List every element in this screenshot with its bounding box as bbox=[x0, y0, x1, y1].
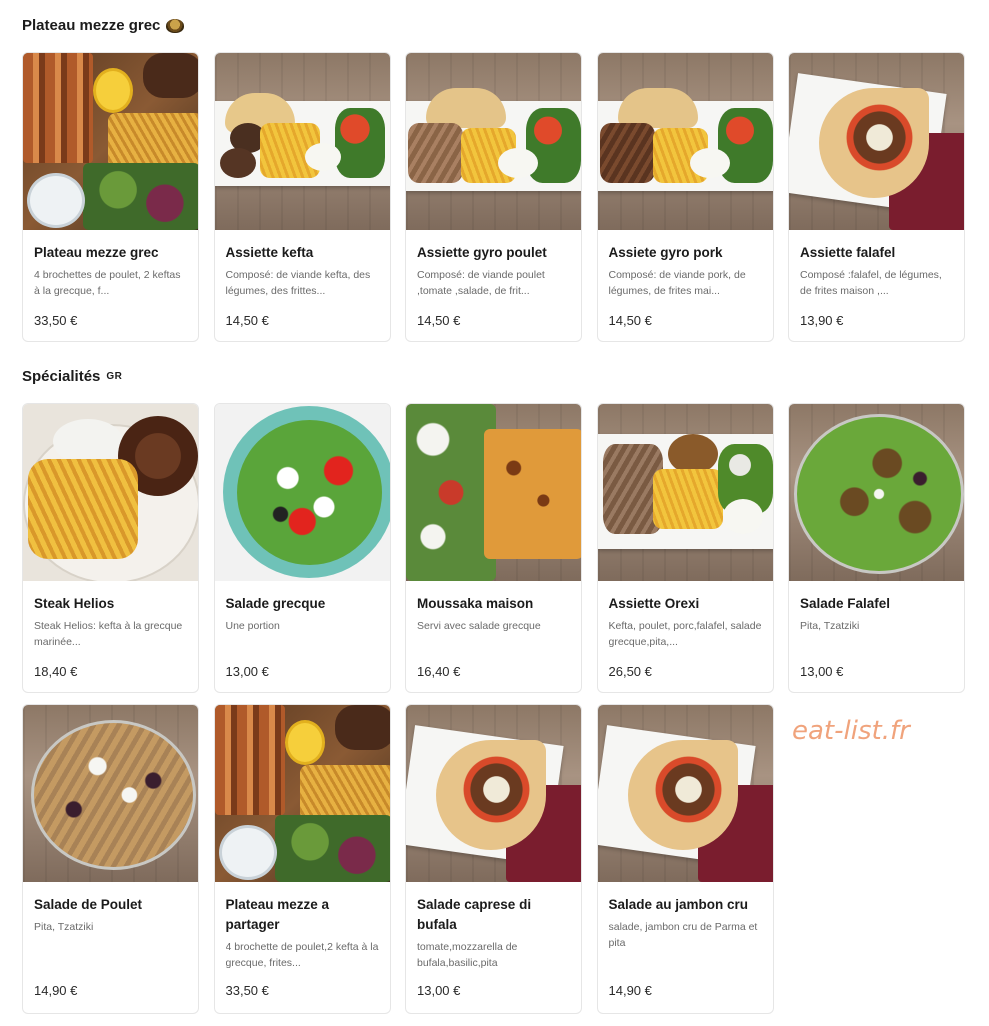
menu-item-card[interactable]: Salade Falafel Pita, Tzatziki 13,00 € bbox=[788, 403, 965, 693]
orexi-plate-image bbox=[597, 404, 773, 581]
item-name: Plateau mezze grec bbox=[34, 245, 159, 260]
kefta-plate-image bbox=[214, 53, 390, 230]
item-name: Salade au jambon cru bbox=[608, 897, 749, 912]
greek-salad-image bbox=[214, 404, 390, 581]
watermark: eat-list.fr bbox=[792, 716, 910, 746]
item-price: 14,50 € bbox=[608, 313, 652, 328]
item-description: Servi avec salade grecque bbox=[417, 620, 541, 632]
item-description: Pita, Tzatziki bbox=[34, 921, 94, 933]
item-description: Composé: de viande poulet ,tomate ,salad… bbox=[417, 269, 545, 297]
item-description: Composé: de viande kefta, des légumes, d… bbox=[225, 269, 371, 297]
mezze-platter-image bbox=[214, 705, 390, 882]
menu-grid-plateau: Plateau mezze grec 4 brochettes de poule… bbox=[22, 52, 965, 342]
item-name: Salade de Poulet bbox=[34, 897, 143, 912]
menu-item-card[interactable]: Salade caprese di bufala tomate,mozzarel… bbox=[405, 704, 582, 1014]
item-name: Plateau mezze a partager bbox=[225, 897, 330, 932]
menu-grid-specialites: Steak Helios Steak Helios: kefta à la gr… bbox=[22, 403, 965, 693]
menu-item-card[interactable]: Salade grecque Une portion 13,00 € bbox=[213, 403, 391, 693]
section-title-text: Plateau mezze grec bbox=[22, 17, 161, 34]
item-price: 13,00 € bbox=[800, 664, 844, 679]
menu-grid-specialites-row2: Salade de Poulet Pita, Tzatziki 14,90 € … bbox=[22, 704, 965, 1014]
menu-item-card[interactable]: Salade au jambon cru salade, jambon cru … bbox=[596, 704, 774, 1014]
gyro-plate-image bbox=[597, 53, 773, 230]
item-price: 18,40 € bbox=[34, 664, 78, 679]
menu-item-card[interactable]: Assiete gyro pork Composé: de viande por… bbox=[596, 52, 774, 342]
item-price: 33,50 € bbox=[225, 983, 269, 998]
menu-item-card[interactable]: Moussaka maison Servi avec salade grecqu… bbox=[405, 403, 582, 693]
chicken-salad-image bbox=[23, 705, 198, 882]
item-name: Salade caprese di bufala bbox=[417, 897, 532, 932]
item-description: salade, jambon cru de Parma et pita bbox=[608, 921, 758, 949]
item-name: Assiette falafel bbox=[800, 245, 896, 260]
menu-item-card[interactable]: Assiette gyro poulet Composé: de viande … bbox=[405, 52, 582, 342]
item-price: 14,90 € bbox=[608, 983, 652, 998]
menu-item-card[interactable]: Assiette kefta Composé: de viande kefta,… bbox=[213, 52, 391, 342]
item-description: tomate,mozzarella de bufala,basilic,pita bbox=[417, 941, 518, 969]
mezze-platter-image bbox=[23, 53, 198, 230]
menu-item-card[interactable]: Steak Helios Steak Helios: kefta à la gr… bbox=[22, 403, 199, 693]
item-price: 13,00 € bbox=[225, 664, 269, 679]
item-name: Steak Helios bbox=[34, 596, 115, 611]
item-name: Assiette kefta bbox=[225, 245, 314, 260]
item-description: 4 brochettes de poulet, 2 keftas à la gr… bbox=[34, 269, 181, 297]
wrap-image bbox=[789, 53, 964, 230]
item-price: 14,90 € bbox=[34, 983, 78, 998]
falafel-salad-image bbox=[789, 404, 964, 581]
section-title-plateau: Plateau mezze grec bbox=[22, 17, 185, 34]
steak-fries-image bbox=[23, 404, 198, 581]
item-name: Salade Falafel bbox=[800, 596, 891, 611]
item-description: Une portion bbox=[225, 620, 280, 632]
item-price: 13,00 € bbox=[417, 983, 461, 998]
moussaka-image bbox=[406, 404, 581, 581]
item-price: 14,50 € bbox=[225, 313, 269, 328]
item-description: 4 brochette de poulet,2 kefta à la grecq… bbox=[225, 941, 379, 969]
section-title-specialites: Spécialités GR bbox=[22, 368, 122, 385]
menu-item-card[interactable]: Salade de Poulet Pita, Tzatziki 14,90 € bbox=[22, 704, 199, 1014]
item-price: 16,40 € bbox=[417, 664, 461, 679]
menu-item-card[interactable]: Plateau mezze grec 4 brochettes de poule… bbox=[22, 52, 199, 342]
item-name: Assiete gyro pork bbox=[608, 245, 723, 260]
item-description: Kefta, poulet, porc,falafel, salade grec… bbox=[608, 620, 762, 648]
wrap-image bbox=[597, 705, 773, 882]
menu-item-card[interactable]: Plateau mezze a partager 4 brochette de … bbox=[213, 704, 391, 1014]
item-price: 33,50 € bbox=[34, 313, 78, 328]
gyro-plate-image bbox=[406, 53, 581, 230]
item-price: 13,90 € bbox=[800, 313, 844, 328]
item-description: Steak Helios: kefta à la grecque marinée… bbox=[34, 620, 183, 648]
section-title-text: Spécialités bbox=[22, 368, 101, 385]
item-description: Composé: de viande pork, de légumes, de … bbox=[608, 269, 746, 297]
wrap-image bbox=[406, 705, 581, 882]
item-name: Salade grecque bbox=[225, 596, 326, 611]
section-badge: GR bbox=[106, 371, 123, 382]
item-name: Assiette Orexi bbox=[608, 596, 700, 611]
menu-item-card[interactable]: Assiette falafel Composé :falafel, de lé… bbox=[788, 52, 965, 342]
item-price: 14,50 € bbox=[417, 313, 461, 328]
item-price: 26,50 € bbox=[608, 664, 652, 679]
item-description: Composé :falafel, de légumes, de frites … bbox=[800, 269, 942, 297]
item-name: Moussaka maison bbox=[417, 596, 534, 611]
food-icon bbox=[166, 18, 185, 33]
menu-item-card[interactable]: Assiette Orexi Kefta, poulet, porc,falaf… bbox=[596, 403, 774, 693]
item-name: Assiette gyro poulet bbox=[417, 245, 547, 260]
item-description: Pita, Tzatziki bbox=[800, 620, 860, 632]
